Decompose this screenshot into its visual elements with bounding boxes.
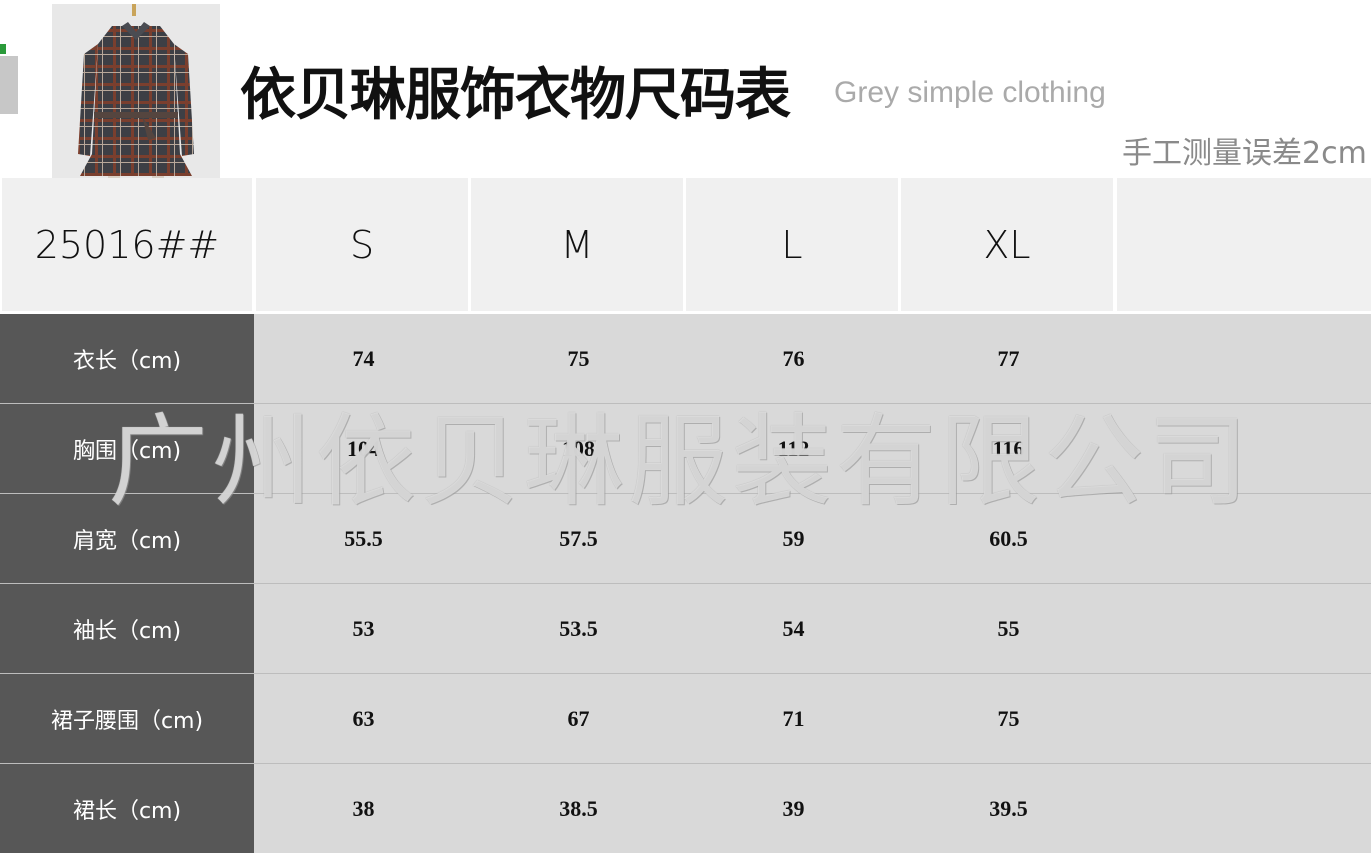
value-cell: 76 [782, 345, 805, 371]
product-photo [52, 4, 220, 194]
measurement-note: 手工测量误差2cm [1122, 136, 1367, 171]
table-row: 裙长（cm) 38 38.5 39 39.5 [0, 764, 1371, 854]
value-cell: 112 [777, 435, 810, 461]
value-cell: 77 [997, 345, 1020, 371]
size-header-row: 25016## S M L XL [0, 178, 1371, 311]
value-cell: 38 [352, 795, 375, 821]
accent-mark [0, 44, 6, 54]
value-cell: 67 [567, 705, 590, 731]
size-header-m: M [471, 178, 683, 311]
table-row: 衣长（cm) 74 75 76 77 [0, 314, 1371, 404]
value-cell: 55 [997, 615, 1020, 641]
value-cell: 39.5 [989, 795, 1028, 821]
row-label: 肩宽（cm) [0, 494, 254, 583]
value-cell: 71 [782, 705, 805, 731]
size-header-l: L [686, 178, 898, 311]
page-title: 依贝琳服饰衣物尺码表 [240, 63, 791, 128]
value-cell: 57.5 [559, 525, 598, 551]
page-subtitle: Grey simple clothing [834, 76, 1106, 109]
value-cell: 54 [782, 615, 805, 641]
plaid-dress-illustration [52, 4, 220, 194]
value-cell: 39 [782, 795, 805, 821]
value-cell: 75 [997, 705, 1020, 731]
value-cell: 59 [782, 525, 805, 551]
value-cell: 38.5 [559, 795, 598, 821]
value-cell: 55.5 [344, 525, 383, 551]
size-header-xl: XL [901, 178, 1113, 311]
table-row: 肩宽（cm) 55.5 57.5 59 60.5 [0, 494, 1371, 584]
value-cell: 53.5 [559, 615, 598, 641]
side-tab [0, 56, 18, 114]
table-row: 裙子腰围（cm) 63 67 71 75 [0, 674, 1371, 764]
value-cell: 53 [352, 615, 375, 641]
row-label: 裙子腰围（cm) [0, 674, 254, 763]
value-cell: 60.5 [989, 525, 1028, 551]
value-cell: 104 [347, 435, 380, 461]
value-cell: 108 [562, 435, 595, 461]
value-cell: 75 [567, 345, 590, 371]
row-label: 胸围（cm) [0, 404, 254, 493]
row-label: 袖长（cm) [0, 584, 254, 673]
size-header-empty [1117, 178, 1371, 311]
row-label: 衣长（cm) [0, 314, 254, 403]
value-cell: 116 [992, 435, 1025, 461]
table-row: 胸围（cm) 104 108 112 116 [0, 404, 1371, 494]
table-row: 袖长（cm) 53 53.5 54 55 [0, 584, 1371, 674]
row-label: 裙长（cm) [0, 764, 254, 853]
value-cell: 74 [352, 345, 375, 371]
style-code-cell: 25016## [2, 178, 252, 311]
size-header-s: S [256, 178, 468, 311]
value-cell: 63 [352, 705, 375, 731]
